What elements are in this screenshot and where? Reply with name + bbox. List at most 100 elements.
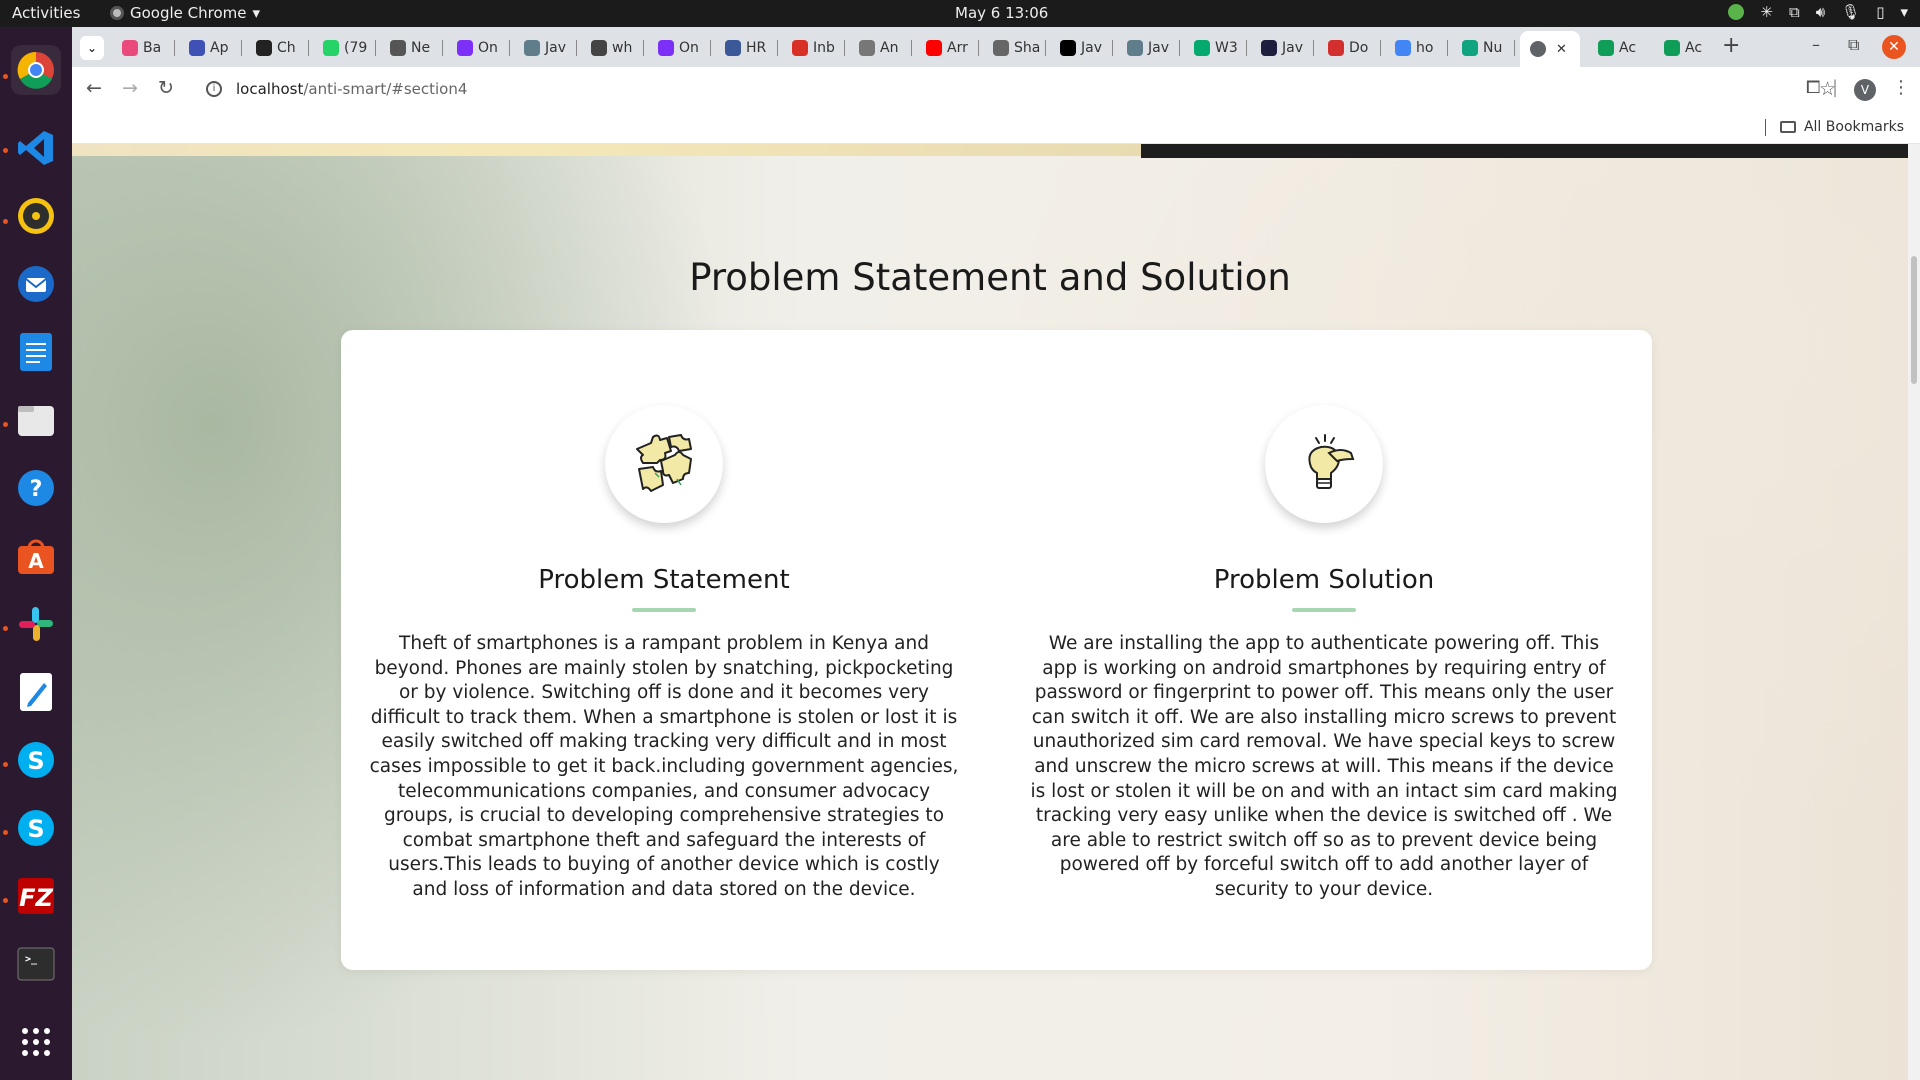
tab-favicon-icon [256, 40, 272, 56]
system-tray[interactable]: ✳ ⧉ 🔊︎ 🎙︎ ▯ ▾ [1728, 3, 1908, 21]
tab-item[interactable]: (79 [315, 34, 376, 62]
tab-item[interactable]: Nu [1454, 34, 1515, 62]
tab-label: Jav [1081, 40, 1102, 56]
running-indicator [3, 422, 8, 427]
running-indicator [3, 898, 8, 903]
tab-item[interactable]: Ac [1590, 34, 1650, 62]
lightbulb-icon [1265, 405, 1383, 523]
tab-item[interactable]: Ac [1656, 34, 1716, 62]
tab-label: Inb [813, 40, 835, 56]
all-bookmarks-button[interactable]: All Bookmarks [1779, 119, 1904, 135]
page-scrollbar[interactable] [1908, 144, 1920, 1080]
tab-label: (79 [344, 40, 368, 56]
vscode-icon[interactable] [11, 123, 61, 173]
skype-icon[interactable]: S [11, 803, 61, 853]
heading-underline [632, 608, 696, 612]
tab-separator [375, 40, 376, 56]
running-indicator [3, 219, 8, 224]
files-icon[interactable] [11, 395, 61, 445]
tab-separator [174, 40, 175, 56]
problem-statement-column: Problem Statement Theft of smartphones i… [369, 330, 959, 970]
tab-search-button[interactable]: ⌄ [80, 36, 104, 60]
tab-item[interactable]: Ap [181, 34, 242, 62]
tab-item[interactable]: Jav [1119, 34, 1180, 62]
profile-avatar[interactable]: V [1854, 79, 1876, 101]
folder-icon [1779, 121, 1796, 133]
address-bar[interactable]: i localhost/anti-smart/#section4 ☆ [192, 73, 1852, 106]
tab-item[interactable]: Sha [985, 34, 1046, 62]
status-ok-icon [1728, 4, 1745, 20]
activities-button[interactable]: Activities [12, 4, 80, 22]
terminal-icon[interactable]: >_ [11, 939, 61, 989]
site-info-icon[interactable]: i [206, 81, 222, 97]
tab-favicon-icon [1060, 40, 1076, 56]
extensions-icon[interactable]: ⧠ [1806, 77, 1820, 98]
menu-kebab-icon[interactable]: ⋮ [1892, 77, 1910, 98]
tab-label: Nu [1483, 40, 1503, 56]
chrome-small-icon [110, 6, 124, 20]
tab-favicon-icon [591, 40, 607, 56]
tab-item[interactable]: Jav [516, 34, 577, 62]
show-apps-icon[interactable] [11, 1017, 61, 1067]
tab-favicon-icon [725, 40, 741, 56]
thunderbird-icon[interactable] [11, 259, 61, 309]
skype-icon[interactable]: S [11, 735, 61, 785]
sheets-icon [1598, 40, 1614, 56]
restore-icon[interactable]: ⧉ [1848, 35, 1859, 55]
all-bookmarks-label: All Bookmarks [1803, 119, 1904, 135]
tab-favicon-icon [457, 40, 473, 56]
tab-item[interactable]: Inb [784, 34, 845, 62]
tab-separator [1246, 40, 1247, 56]
running-indicator [3, 148, 8, 153]
problem-statement-heading: Problem Statement [538, 565, 790, 595]
tab-item[interactable]: Ba [114, 34, 175, 62]
app-center-icon[interactable]: A [11, 531, 61, 581]
tab-item[interactable]: Jav [1052, 34, 1113, 62]
tab-favicon-icon [1127, 40, 1143, 56]
tab-item[interactable]: Arr [918, 34, 979, 62]
new-tab-button[interactable]: + [1722, 33, 1740, 58]
close-window-button[interactable]: ✕ [1882, 35, 1906, 59]
forward-button[interactable]: → [122, 77, 138, 99]
tab-item[interactable]: On [449, 34, 510, 62]
minimize-icon[interactable]: – [1812, 35, 1820, 54]
tab-item[interactable]: W3 [1186, 34, 1247, 62]
tab-item[interactable]: An [851, 34, 912, 62]
tab-item[interactable]: HR [717, 34, 778, 62]
rhythmbox-icon[interactable] [11, 191, 61, 241]
tab-label: An [880, 40, 899, 56]
bookmarks-bar: All Bookmarks [72, 112, 1920, 144]
app-menu[interactable]: Google Chrome ▾ [110, 4, 260, 22]
reload-button[interactable]: ↻ [158, 77, 174, 99]
tab-item[interactable]: On [650, 34, 711, 62]
filezilla-icon[interactable]: FZ [11, 871, 61, 921]
slack-icon[interactable] [11, 599, 61, 649]
writer-icon[interactable] [11, 327, 61, 377]
globe-icon [1530, 41, 1546, 57]
tab-item[interactable]: Ne [382, 34, 443, 62]
tab-separator [911, 40, 912, 56]
text-editor-icon[interactable] [11, 667, 61, 717]
chevron-down-icon: ▾ [1900, 3, 1908, 21]
tab-item[interactable]: Jav [1253, 34, 1314, 62]
scrollbar-thumb[interactable] [1911, 256, 1917, 384]
volume-icon: 🔊︎ [1815, 3, 1826, 21]
chrome-icon[interactable] [11, 45, 61, 95]
close-icon[interactable]: ✕ [1556, 42, 1567, 57]
tab-item[interactable]: wh [583, 34, 644, 62]
clock[interactable]: May 6 13:06 [955, 4, 1048, 22]
tab-item[interactable]: Ch [248, 34, 309, 62]
svg-text:A: A [28, 549, 44, 573]
running-indicator [3, 830, 8, 835]
microphone-icon: 🎙︎ [1841, 3, 1861, 21]
tab-separator [777, 40, 778, 56]
back-button[interactable]: ← [86, 77, 102, 99]
tab-favicon-icon [1328, 40, 1344, 56]
tab-item[interactable]: ho [1387, 34, 1448, 62]
slack-tray-icon: ✳ [1760, 3, 1773, 21]
section-title: Problem Statement and Solution [689, 256, 1291, 299]
help-icon[interactable]: ? [11, 463, 61, 513]
tab-item[interactable]: Do [1320, 34, 1381, 62]
tab-label: Ne [411, 40, 431, 56]
tab-active[interactable]: ✕ [1520, 31, 1580, 67]
